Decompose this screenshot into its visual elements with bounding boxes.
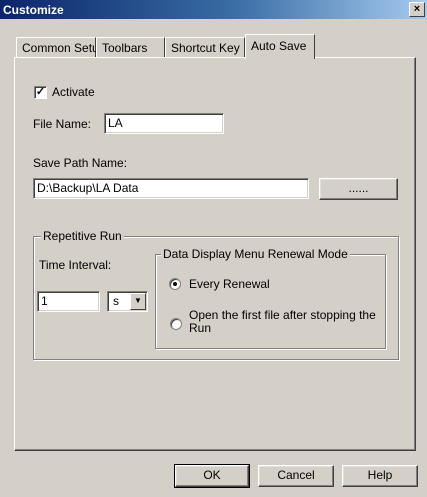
close-button[interactable]: ×	[409, 2, 425, 17]
every-renewal-label: Every Renewal	[189, 277, 270, 291]
file-name-label: File Name:	[33, 117, 92, 131]
open-first-file-radio[interactable]	[170, 318, 182, 330]
time-interval-field[interactable]: 1	[37, 291, 100, 312]
title-bar: Customize ×	[0, 0, 427, 19]
check-icon: ✓	[35, 86, 46, 98]
tab-label: Auto Save	[251, 39, 307, 53]
activate-label: Activate	[52, 85, 95, 99]
window-title: Customize	[3, 3, 64, 17]
close-icon: ×	[413, 3, 421, 15]
save-path-label: Save Path Name:	[33, 156, 128, 170]
chevron-down-icon[interactable]: ▼	[130, 293, 146, 310]
browse-button[interactable]: ......	[319, 178, 398, 200]
tab-label: Common Setup	[22, 41, 106, 55]
cancel-button[interactable]: Cancel	[258, 465, 334, 487]
tab-toolbars[interactable]: Toolbars	[96, 37, 165, 57]
tab-auto-save[interactable]: Auto Save	[245, 34, 315, 59]
repetitive-run-legend: Repetitive Run	[41, 229, 124, 243]
open-first-file-label: Open the first file after stopping the R…	[189, 308, 376, 335]
time-unit-select[interactable]: s ▼	[107, 291, 148, 312]
ok-button[interactable]: OK	[174, 464, 250, 488]
tab-label: Shortcut Key	[171, 41, 240, 55]
every-renewal-radio[interactable]	[169, 278, 181, 290]
save-path-field[interactable]: D:\Backup\LA Data	[33, 178, 309, 199]
time-unit-value: s	[113, 294, 119, 308]
tab-label: Toolbars	[102, 41, 148, 55]
tab-shortcut-key[interactable]: Shortcut Key	[165, 37, 245, 57]
file-name-field[interactable]: LA	[104, 113, 224, 134]
radio-selected-dot	[173, 282, 177, 286]
renewal-mode-legend: Data Display Menu Renewal Mode	[161, 247, 350, 261]
tab-common-setup[interactable]: Common Setup	[16, 37, 105, 57]
help-button[interactable]: Help	[342, 465, 418, 487]
activate-checkbox[interactable]: ✓	[34, 86, 47, 99]
time-interval-label: Time Interval:	[39, 258, 112, 272]
